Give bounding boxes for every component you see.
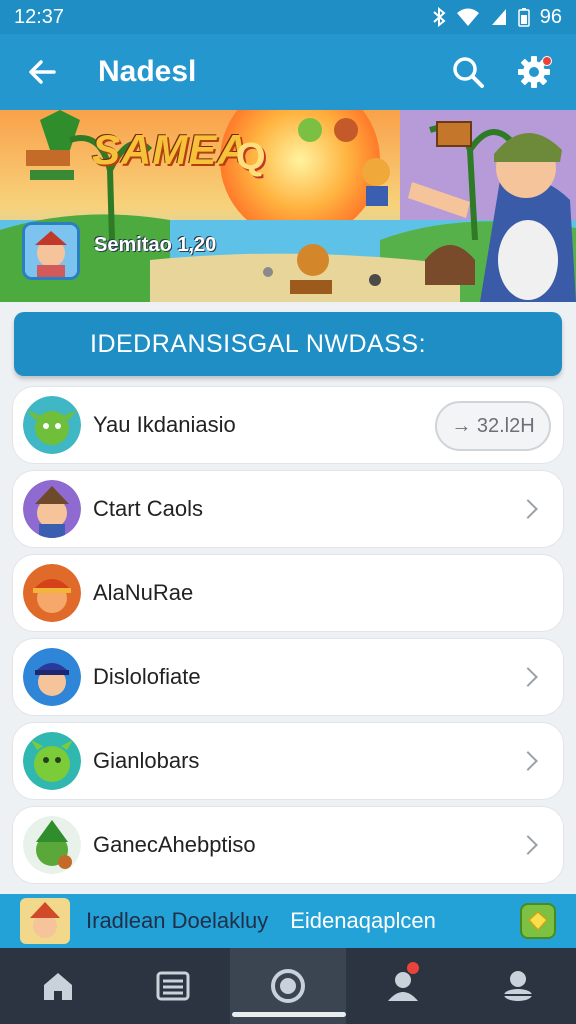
- profile-notification-dot: [406, 962, 419, 974]
- goblin-avatar-icon: [23, 396, 81, 454]
- list-item-label: AlaNuRae: [93, 580, 194, 605]
- promo-badge-button[interactable]: [520, 903, 556, 939]
- battery-level: 96: [539, 5, 562, 28]
- goblin-hat-avatar-icon: [23, 816, 81, 874]
- adventurer-avatar-icon: [23, 480, 81, 538]
- nav-home[interactable]: [0, 948, 115, 1024]
- promo-avatar-icon: [20, 898, 70, 944]
- green-creature-avatar-icon: [23, 732, 81, 790]
- game-banner[interactable]: SAMEA Q Semitao 1,20: [0, 110, 576, 302]
- list-item[interactable]: Dislolofiate: [12, 638, 564, 716]
- list-item[interactable]: AlaNuRae: [12, 554, 564, 632]
- app-bar: Nadesl: [0, 34, 576, 110]
- banner-q-letter: Q: [236, 136, 266, 178]
- banner-art: [0, 110, 576, 302]
- home-icon: [43, 973, 72, 1000]
- page-title: Nadesl: [98, 55, 197, 88]
- wifi-icon: [456, 8, 479, 26]
- settings-button[interactable]: [512, 50, 556, 94]
- list-item[interactable]: Yau Ikdaniasio → 32.l2H: [12, 386, 564, 464]
- officer-avatar-icon: [23, 648, 81, 706]
- promo-banner[interactable]: Iradlean Doelakluy Eidenaqaplcen: [0, 894, 576, 948]
- status-icons: 96: [432, 6, 562, 29]
- list-item-label: Ctart Caols: [93, 496, 204, 521]
- firefighter-avatar-icon: [23, 564, 81, 622]
- list-item[interactable]: Gianlobars: [12, 722, 564, 800]
- section-header[interactable]: IDEDRANSISGAL NWDASS:: [14, 312, 562, 376]
- pill-label: → 32.l2H: [451, 414, 535, 437]
- list-item-label: GanecAhebptiso: [93, 832, 256, 857]
- status-time: 12:37: [14, 5, 65, 28]
- back-button[interactable]: [20, 50, 64, 94]
- circle-icon: [271, 969, 305, 1003]
- list-item[interactable]: GanecAhebptiso: [12, 806, 564, 884]
- notification-dot: [542, 56, 552, 66]
- signal-icon: [491, 9, 506, 25]
- home-indicator[interactable]: [232, 1012, 346, 1017]
- nav-profile[interactable]: [346, 948, 461, 1024]
- gem-icon: [527, 910, 549, 932]
- bluetooth-icon: [433, 7, 446, 27]
- character-avatar-icon: [25, 225, 77, 277]
- list-icon: [156, 971, 190, 1001]
- banner-avatar[interactable]: [22, 222, 80, 280]
- time-pill-button[interactable]: → 32.l2H: [435, 401, 551, 451]
- nav-account[interactable]: [461, 948, 576, 1024]
- list-item-label: Dislolofiate: [93, 664, 201, 689]
- search-button[interactable]: [446, 50, 490, 94]
- section-header-label: IDEDRANSISGAL NWDASS:: [90, 329, 427, 358]
- banner-score: Semitao 1,20: [94, 234, 217, 256]
- battery-icon: [518, 8, 530, 27]
- banner-title: SAMEA: [92, 126, 249, 173]
- status-bar: 12:37 96: [0, 0, 576, 34]
- nav-list[interactable]: [115, 948, 230, 1024]
- arrow-left-icon: [29, 60, 56, 84]
- search-icon: [453, 57, 484, 88]
- promo-left-text: Iradlean Doelakluy: [86, 908, 269, 933]
- game-list: Yau Ikdaniasio → 32.l2H Ctart Caols AlaN…: [12, 386, 564, 890]
- promo-right-text: Eidenaqaplcen: [290, 908, 436, 933]
- list-item-label: Gianlobars: [93, 748, 200, 773]
- list-item[interactable]: Ctart Caols: [12, 470, 564, 548]
- account-icon: [504, 971, 533, 1001]
